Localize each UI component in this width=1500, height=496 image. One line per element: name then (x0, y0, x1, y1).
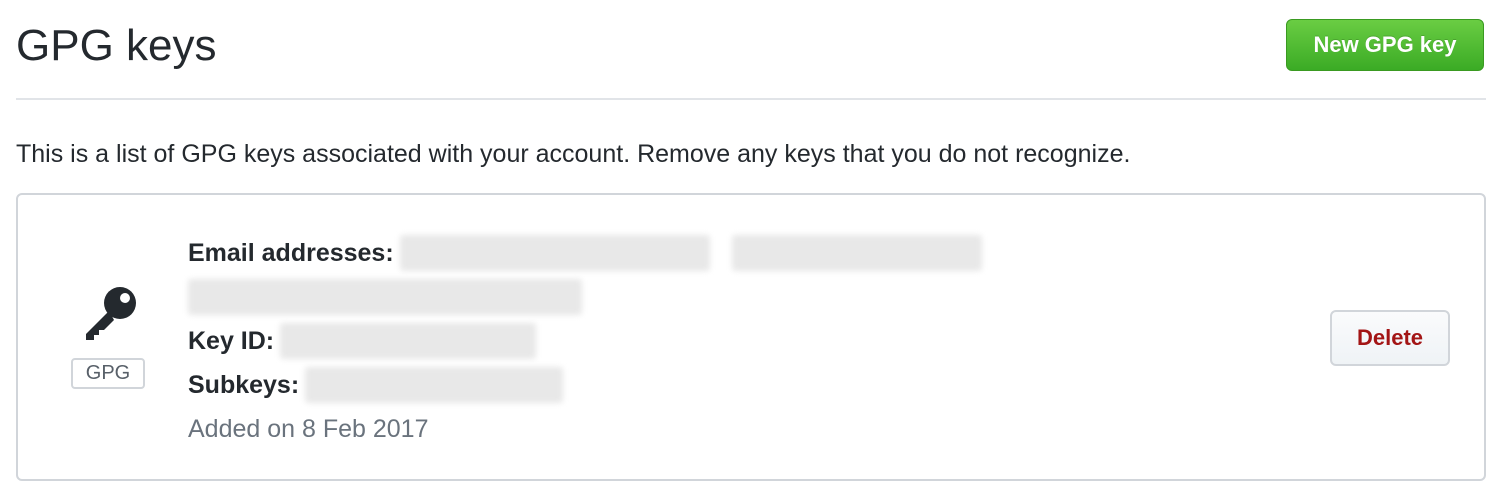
subkeys-row: Subkeys: (188, 363, 982, 407)
delete-key-button[interactable]: Delete (1330, 310, 1450, 366)
intro-text: This is a list of GPG keys associated wi… (16, 140, 1131, 168)
email-addresses-row: Email addresses: (188, 231, 982, 275)
subkeys-label: Subkeys: (188, 371, 300, 399)
email-addresses-label: Email addresses: (188, 239, 394, 267)
key-id-row: Key ID: (188, 319, 982, 363)
redacted-email (731, 235, 982, 271)
key-details: Email addresses: Key ID: Subkeys: Added … (188, 231, 982, 451)
redacted-subkeys (305, 367, 564, 403)
gpg-key-item: GPG Email addresses: Key ID: Subkeys: Ad… (16, 193, 1486, 481)
page-header: GPG keys New GPG key (16, 0, 1486, 100)
redacted-email (399, 235, 710, 271)
redacted-key-id (280, 323, 537, 359)
page-title: GPG keys (16, 21, 217, 70)
email-addresses-row (188, 275, 982, 319)
added-date: Added on 8 Feb 2017 (188, 415, 429, 443)
key-type-badge: GPG (71, 358, 145, 389)
key-icon (86, 287, 136, 340)
key-id-label: Key ID: (188, 327, 275, 355)
redacted-email (188, 279, 582, 315)
new-gpg-key-button[interactable]: New GPG key (1286, 19, 1484, 71)
